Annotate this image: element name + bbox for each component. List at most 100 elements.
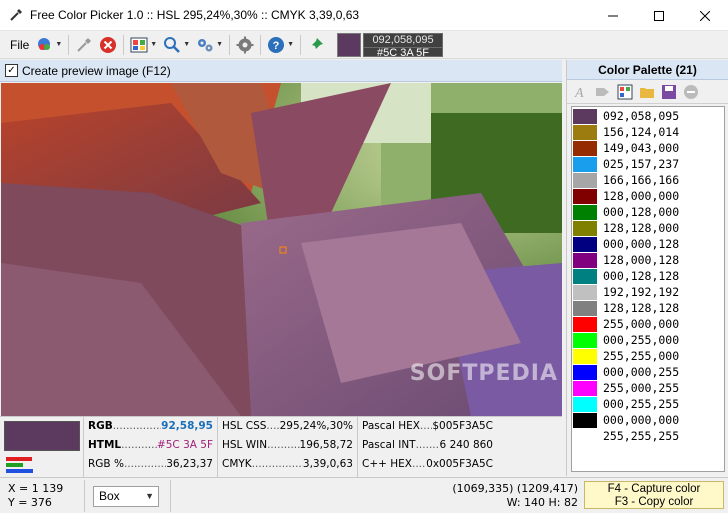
palette-item[interactable]: 000,255,255 <box>572 396 724 412</box>
rgb-percent-key: RGB % <box>88 458 124 470</box>
hsl-win-value: 196,58,72 <box>299 439 353 451</box>
palette-swatch <box>573 332 597 348</box>
palette-list[interactable]: 092,058,095 156,124,014 149,043,000 025,157… <box>571 106 725 472</box>
palette-item[interactable]: 128,000,000 <box>572 188 724 204</box>
palette-swatch <box>573 156 597 172</box>
minimize-button[interactable] <box>590 0 636 31</box>
pin-button[interactable] <box>307 34 325 56</box>
cancel-icon <box>100 36 117 53</box>
capture-rectangle-info: (1069,335) (1209,417) W: 140 H: 82 <box>452 482 578 510</box>
pick-color-button[interactable] <box>75 34 93 56</box>
folder-open-icon <box>640 87 654 98</box>
open-palette-button[interactable] <box>639 84 655 100</box>
palette-item[interactable]: 128,128,128 <box>572 300 724 316</box>
palette-item-label: 255,255,000 <box>603 349 680 363</box>
palette-item[interactable]: 149,043,000 <box>572 140 724 156</box>
palette-item[interactable]: 000,255,000 <box>572 332 724 348</box>
palette-item[interactable]: 000,000,128 <box>572 236 724 252</box>
file-menu[interactable]: File <box>10 38 29 52</box>
capture-hotkey-hint: F4 - Capture color <box>607 483 701 495</box>
create-preview-checkbox[interactable]: ✓ <box>5 64 18 77</box>
palette-item-label: 128,128,000 <box>603 221 680 235</box>
palette-swatch <box>573 236 597 252</box>
font-a-icon: A <box>574 86 584 100</box>
hotkey-hints: F4 - Capture color F3 - Copy color <box>584 481 724 509</box>
save-palette-button[interactable] <box>661 84 677 100</box>
palette-swatch <box>573 364 597 380</box>
toolbar-separator <box>123 34 125 55</box>
tag-color-button[interactable] <box>595 84 611 100</box>
rename-color-button[interactable]: A <box>573 84 589 100</box>
palette-view-button[interactable]: ▼ <box>130 34 157 56</box>
hsl-css-value: 295,24%,30% <box>279 420 353 432</box>
rgb-column: RGB............................92,58,95 … <box>83 417 217 477</box>
palette-swatch <box>573 300 597 316</box>
chevron-down-icon: ▼ <box>55 41 63 48</box>
palette-item[interactable]: 128,128,000 <box>572 220 724 236</box>
cmyk-value: 3,39,0,63 <box>302 458 353 470</box>
x-coordinate: X = 1 139 <box>8 482 64 495</box>
palette-item-label: 156,124,014 <box>603 125 680 139</box>
preview-image[interactable]: SOFTPEDIA <box>1 83 562 416</box>
palette-swatch <box>573 428 597 444</box>
palette-item[interactable]: 166,166,166 <box>572 172 724 188</box>
capture-mode-select[interactable]: Box ▼ <box>93 486 159 507</box>
palette-item[interactable]: 025,157,237 <box>572 156 724 172</box>
close-button[interactable] <box>682 0 728 31</box>
pascal-int-row[interactable]: Pascal INT............................6 … <box>358 436 497 455</box>
chevron-down-icon: ▼ <box>287 41 295 48</box>
palette-item[interactable]: 255,000,000 <box>572 316 724 332</box>
palette-item-label: 255,000,255 <box>603 381 680 395</box>
red-level-bar <box>6 457 32 461</box>
palette-item[interactable]: 000,000,255 <box>572 364 724 380</box>
palette-item-label: 128,000,000 <box>603 189 680 203</box>
help-button[interactable]: ? ▼ <box>267 34 294 56</box>
rgb-key: RGB <box>88 420 113 432</box>
palette-item-label: 255,255,255 <box>603 429 680 443</box>
zoom-button[interactable]: ▼ <box>163 34 190 56</box>
maximize-button[interactable] <box>636 0 682 31</box>
rgb-row[interactable]: RGB............................92,58,95 <box>84 417 217 436</box>
green-level-bar <box>6 463 23 467</box>
hsl-css-row[interactable]: HSL CSS............................295,2… <box>218 417 357 436</box>
palette-item[interactable]: 192,192,192 <box>572 284 724 300</box>
edit-palette-button[interactable] <box>617 84 633 100</box>
color-scheme-button[interactable]: ▼ <box>35 34 62 56</box>
create-preview-label[interactable]: Create preview image (F12) <box>22 64 171 78</box>
current-color-hex: #5C 3A 5F <box>364 46 443 59</box>
maximize-icon <box>654 10 664 21</box>
palette-item[interactable]: 000,000,000 <box>572 412 724 428</box>
palette-item[interactable]: 092,058,095 <box>572 108 724 124</box>
settings-button[interactable] <box>236 34 254 56</box>
cancel-button[interactable] <box>99 34 117 56</box>
minus-circle-icon <box>684 84 698 99</box>
svg-text:A: A <box>574 86 584 100</box>
cmyk-row[interactable]: CMYK............................3,39,0,6… <box>218 455 357 474</box>
rgb-value: 92,58,95 <box>161 420 213 432</box>
palette-item[interactable]: 156,124,014 <box>572 124 724 140</box>
options-button[interactable]: ▼ <box>196 34 223 56</box>
pascal-int-key: Pascal INT <box>362 439 416 451</box>
palette-item[interactable]: 255,255,255 <box>572 428 724 444</box>
palette-item[interactable]: 255,255,000 <box>572 348 724 364</box>
pascal-hex-row[interactable]: Pascal HEX............................$0… <box>358 417 497 436</box>
window-title: Free Color Picker 1.0 :: HSL 295,24%,30%… <box>30 8 360 22</box>
palette-item[interactable]: 000,128,128 <box>572 268 724 284</box>
palette-item-label: 025,157,237 <box>603 157 680 171</box>
hsl-column: HSL CSS............................295,2… <box>217 417 357 477</box>
palette-item[interactable]: 128,000,128 <box>572 252 724 268</box>
palette-item[interactable]: 000,128,000 <box>572 204 724 220</box>
copy-hotkey-hint: F3 - Copy color <box>614 496 694 508</box>
hsl-win-row[interactable]: HSL WIN............................196,5… <box>218 436 357 455</box>
palette-item[interactable]: 255,000,255 <box>572 380 724 396</box>
toolbar-separator <box>68 34 70 55</box>
palette-item-label: 255,000,000 <box>603 317 680 331</box>
chevron-down-icon: ▼ <box>216 41 224 48</box>
cpp-hex-row[interactable]: C++ HEX............................0x005… <box>358 455 497 474</box>
rgb-percent-row[interactable]: RGB %............................36,23,3… <box>84 455 217 474</box>
palette-item-label: 000,000,255 <box>603 365 680 379</box>
palette-swatch <box>573 380 597 396</box>
remove-color-button[interactable] <box>683 84 699 100</box>
palette-swatch <box>573 348 597 364</box>
html-row[interactable]: HTML............................#5C 3A 5… <box>84 436 217 455</box>
